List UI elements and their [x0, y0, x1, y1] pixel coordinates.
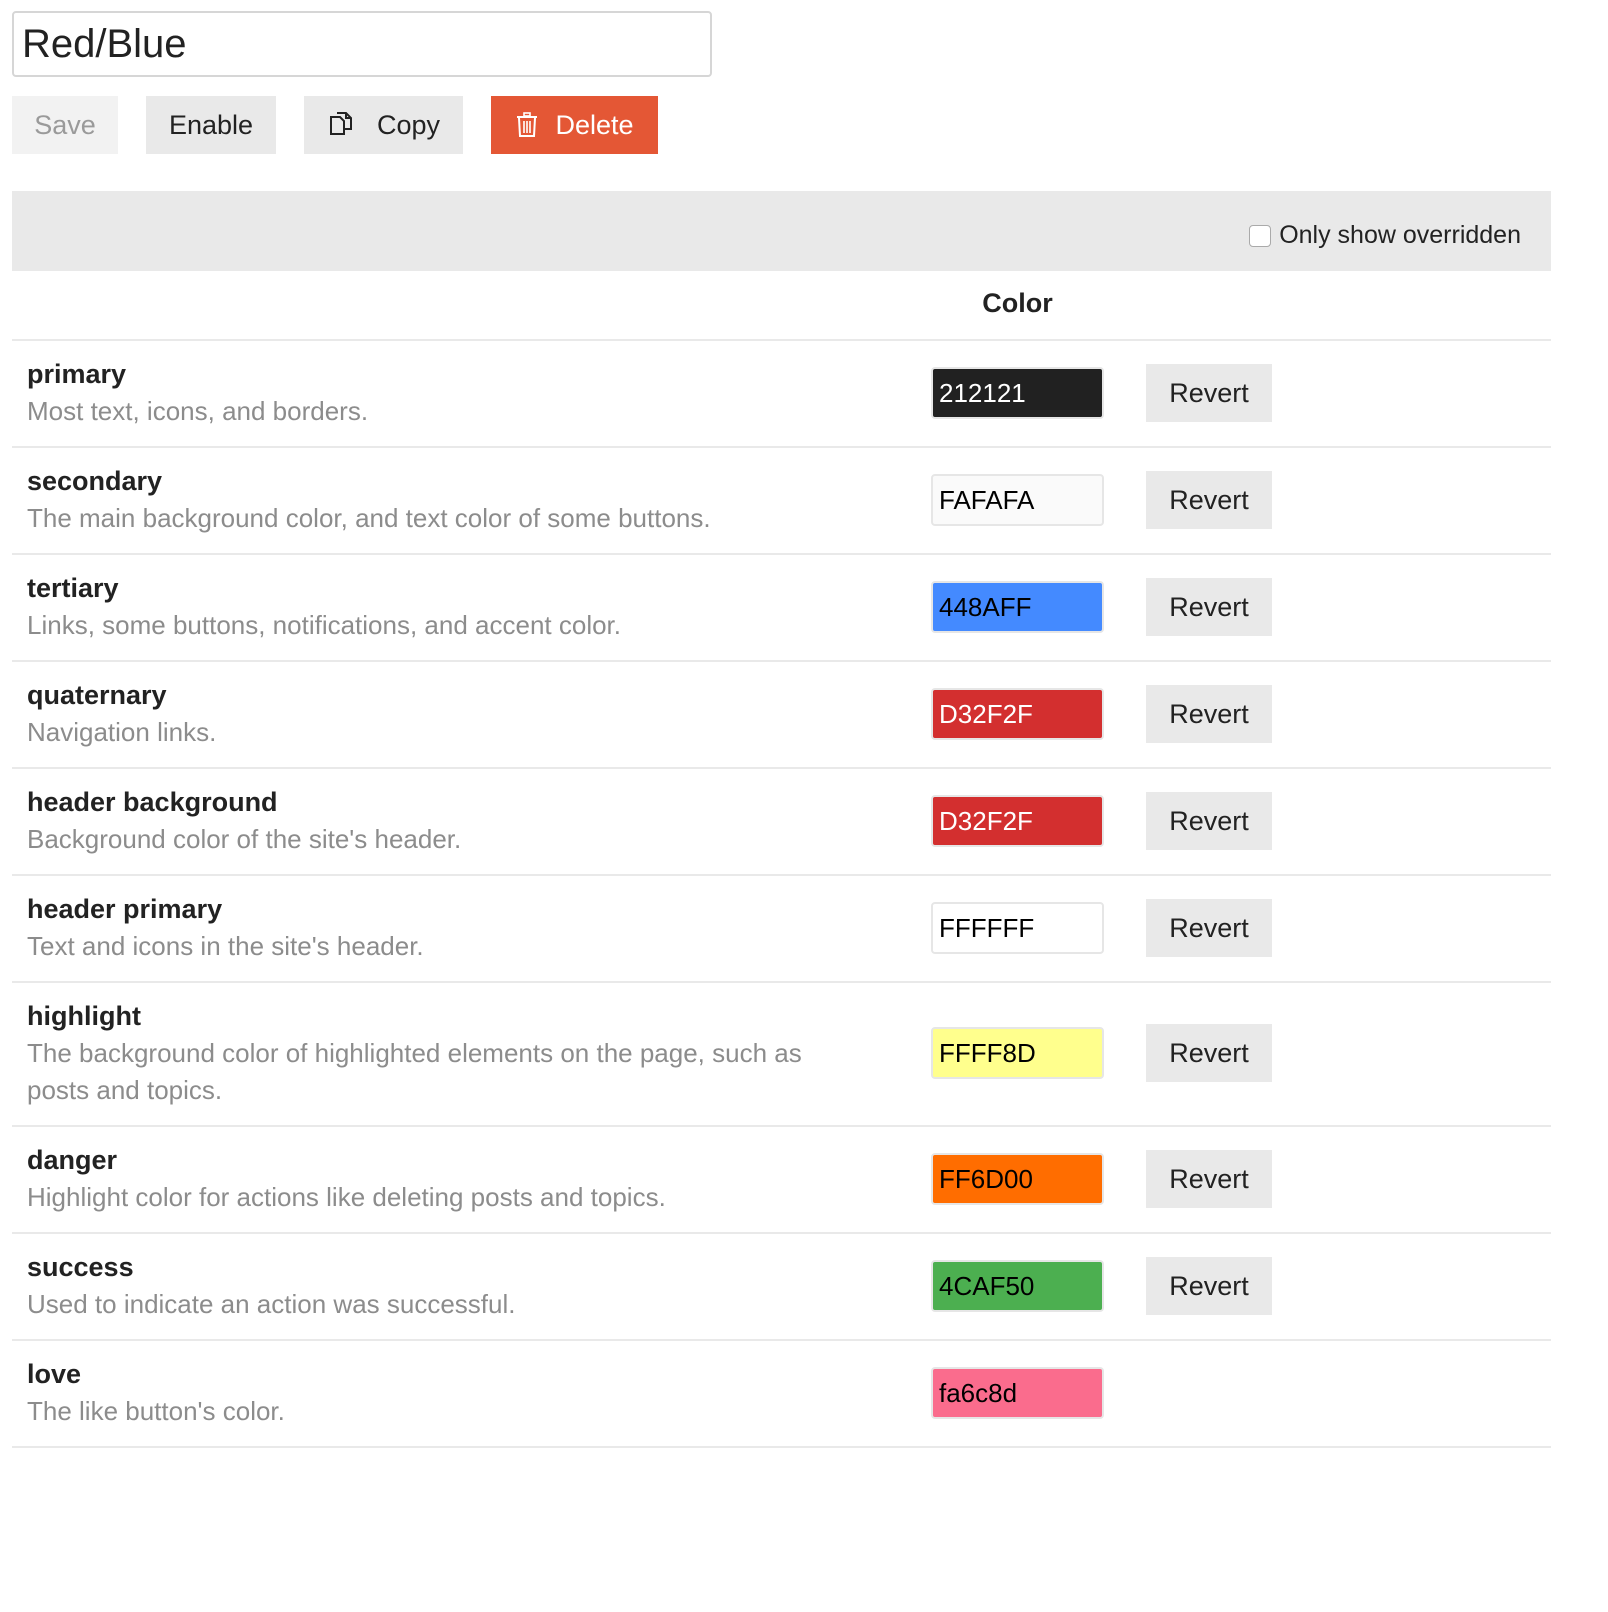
- color-row: success Used to indicate an action was su…: [12, 1234, 1551, 1341]
- color-name: header primary: [27, 894, 223, 924]
- color-value-input[interactable]: 4CAF50: [931, 1260, 1104, 1312]
- enable-button-label: Enable: [168, 109, 254, 140]
- color-row: header primary Text and icons in the site…: [12, 876, 1551, 983]
- color-value-input[interactable]: D32F2F: [931, 688, 1104, 740]
- color-value-input[interactable]: fa6c8d: [931, 1367, 1104, 1419]
- color-value-input[interactable]: FFFF8D: [931, 1027, 1104, 1079]
- color-description: The main background color, and text colo…: [27, 503, 711, 533]
- color-description: Links, some buttons, notifications, and …: [27, 610, 622, 640]
- color-row: secondary The main background color, and …: [12, 448, 1551, 555]
- revert-button[interactable]: Revert: [1146, 1257, 1272, 1315]
- delete-button-label: Delete: [555, 109, 634, 140]
- color-description: Most text, icons, and borders.: [27, 396, 369, 426]
- save-button-label: Save: [34, 109, 96, 140]
- color-description: Used to indicate an action was successfu…: [27, 1289, 516, 1319]
- filter-bar: Only show overridden: [12, 191, 1551, 271]
- color-value-input[interactable]: 448AFF: [931, 581, 1104, 633]
- color-row: tertiary Links, some buttons, notificatio…: [12, 555, 1551, 662]
- revert-button[interactable]: Revert: [1146, 471, 1272, 529]
- color-value-input[interactable]: D32F2F: [931, 795, 1104, 847]
- only-overridden-toggle[interactable]: Only show overridden: [1249, 221, 1521, 250]
- revert-button[interactable]: Revert: [1146, 685, 1272, 743]
- copy-button-label: Copy: [376, 109, 441, 140]
- only-overridden-checkbox[interactable]: [1249, 224, 1272, 247]
- color-description: Navigation links.: [27, 717, 217, 747]
- color-name: danger: [27, 1145, 118, 1175]
- color-value-input[interactable]: FFFFFF: [931, 902, 1104, 954]
- color-name: header background: [27, 787, 278, 817]
- color-name: highlight: [27, 1001, 141, 1031]
- scheme-name-input[interactable]: [12, 11, 712, 77]
- revert-button[interactable]: Revert: [1146, 1150, 1272, 1208]
- copy-button[interactable]: Copy: [304, 96, 463, 154]
- color-value-input[interactable]: 212121: [931, 367, 1104, 419]
- delete-button[interactable]: Delete: [491, 96, 658, 154]
- color-row: header background Background color of the…: [12, 769, 1551, 876]
- color-name: love: [27, 1359, 82, 1389]
- color-description: The like button's color.: [27, 1396, 285, 1426]
- color-column-header: Color: [982, 288, 1053, 318]
- revert-button[interactable]: Revert: [1146, 578, 1272, 636]
- color-value-input[interactable]: FAFAFA: [931, 474, 1104, 526]
- color-description: Highlight color for actions like deletin…: [27, 1182, 666, 1212]
- color-description: Text and icons in the site's header.: [27, 931, 424, 961]
- trash-icon: [515, 112, 539, 138]
- color-name: secondary: [27, 466, 163, 496]
- revert-button[interactable]: Revert: [1146, 1024, 1272, 1082]
- enable-button[interactable]: Enable: [146, 96, 276, 154]
- revert-button[interactable]: Revert: [1146, 792, 1272, 850]
- revert-button[interactable]: Revert: [1146, 364, 1272, 422]
- color-name: tertiary: [27, 573, 119, 603]
- color-name: success: [27, 1252, 134, 1282]
- color-row: quaternary Navigation links. D32F2F Revert: [12, 662, 1551, 769]
- color-description: The background color of highlighted elem…: [27, 1038, 802, 1105]
- color-name: primary: [27, 359, 127, 389]
- only-overridden-label: Only show overridden: [1279, 221, 1521, 249]
- color-row: danger Highlight color for actions like d…: [12, 1127, 1551, 1234]
- save-button[interactable]: Save: [12, 96, 118, 154]
- color-row: highlight The background color of highlig…: [12, 983, 1551, 1127]
- color-value-input[interactable]: FF6D00: [931, 1153, 1104, 1205]
- color-scheme-editor: Save Enable Copy Delete: [0, 0, 1608, 1612]
- color-description: Background color of the site's header.: [27, 824, 462, 854]
- color-row: primary Most text, icons, and borders. 212…: [12, 341, 1551, 448]
- revert-button[interactable]: Revert: [1146, 899, 1272, 957]
- copy-icon: [327, 110, 357, 140]
- color-name: quaternary: [27, 680, 167, 710]
- color-row: love The like button's color. fa6c8d: [12, 1341, 1551, 1448]
